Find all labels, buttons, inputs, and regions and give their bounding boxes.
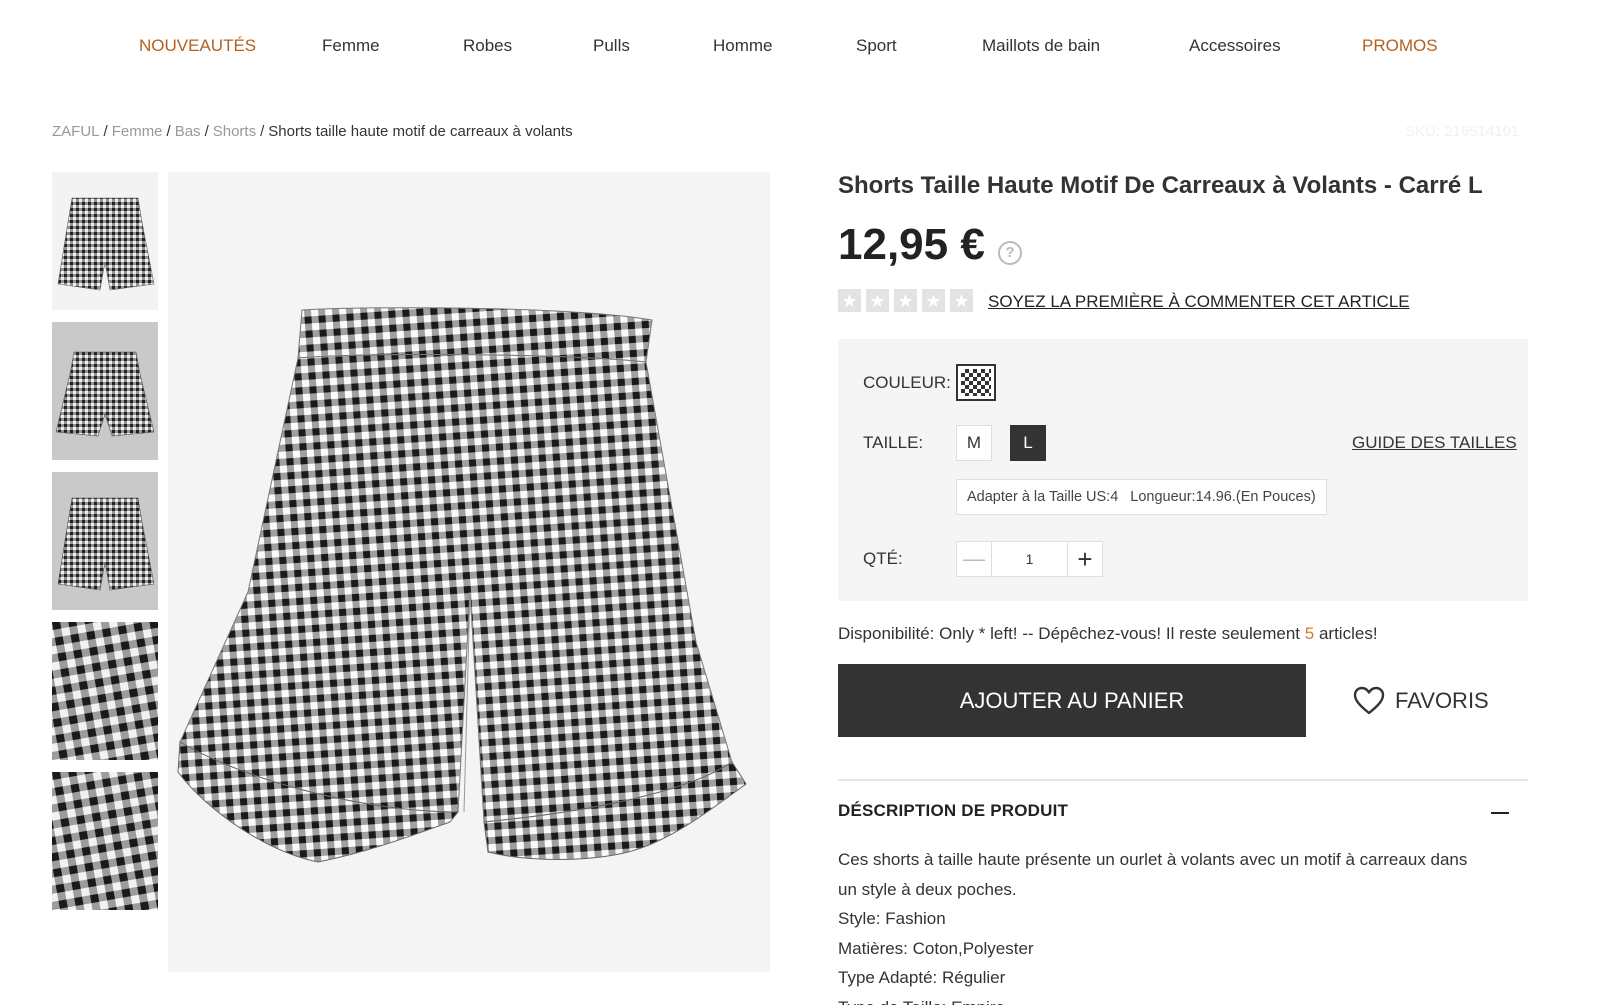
rating-stars: ★ ★ ★ ★ ★ bbox=[838, 289, 973, 312]
thumbnail-3[interactable] bbox=[52, 472, 158, 610]
description-body: Ces shorts à taille haute présente un ou… bbox=[838, 845, 1518, 1005]
description-line: Ces shorts à taille haute présente un ou… bbox=[838, 850, 1468, 869]
description-heading[interactable]: DÉSCRIPTION DE PRODUIT bbox=[838, 801, 1068, 821]
breadcrumb-zaful[interactable]: ZAFUL bbox=[52, 123, 100, 140]
nav-item-femme[interactable]: Femme bbox=[322, 36, 380, 56]
description-line: Type de Taille: Empire bbox=[838, 993, 1518, 1005]
star-icon: ★ bbox=[894, 289, 917, 312]
availability-text: Disponibilité: Only * left! -- Dépêchez-… bbox=[838, 624, 1378, 644]
fit-note-length: Longueur:14.96.(En Pouces) bbox=[1130, 489, 1316, 505]
quantity-decrease-button[interactable]: — bbox=[956, 541, 992, 577]
description-line: Matières: Coton,Polyester bbox=[838, 938, 1034, 958]
fit-note-size: Adapter à la Taille US:4 bbox=[967, 489, 1119, 505]
breadcrumb-femme[interactable]: Femme bbox=[112, 123, 163, 140]
nav-item-accessoires[interactable]: Accessoires bbox=[1189, 36, 1281, 56]
thumbnail-2[interactable] bbox=[52, 322, 158, 460]
nav-item-sport[interactable]: Sport bbox=[856, 36, 897, 56]
quantity-increase-button[interactable]: + bbox=[1067, 541, 1103, 577]
star-icon: ★ bbox=[838, 289, 861, 312]
star-icon: ★ bbox=[866, 289, 889, 312]
availability-suffix: articles! bbox=[1318, 624, 1378, 643]
size-option-m[interactable]: M bbox=[956, 425, 992, 461]
size-option-l[interactable]: L bbox=[1010, 425, 1046, 461]
favorites-button[interactable]: FAVORIS bbox=[1353, 685, 1489, 717]
product-options-panel: COULEUR: TAILLE: M L GUIDE DES TAILLES A… bbox=[838, 339, 1528, 601]
availability-count: 5 bbox=[1304, 624, 1315, 643]
top-navigation: NOUVEAUTÉS Femme Robes Pulls Homme Sport… bbox=[0, 36, 1600, 64]
nav-item-robes[interactable]: Robes bbox=[463, 36, 512, 56]
availability-prefix: Disponibilité: Only * left! -- Dépêchez-… bbox=[838, 624, 1301, 643]
collapse-icon[interactable] bbox=[1491, 812, 1509, 814]
breadcrumb: ZAFUL / Femme / Bas / Shorts / Shorts taille hau… bbox=[52, 123, 573, 140]
size-guide-link[interactable]: GUIDE DES TAILLES bbox=[1352, 433, 1517, 453]
sku-label: SKU: 216514101 bbox=[1405, 123, 1520, 140]
breadcrumb-shorts[interactable]: Shorts bbox=[213, 123, 256, 140]
main-product-image[interactable] bbox=[168, 172, 770, 972]
shorts-front-thumbnail-icon bbox=[57, 197, 155, 291]
star-icon: ★ bbox=[950, 289, 973, 312]
section-divider bbox=[838, 779, 1528, 781]
color-label: COULEUR: bbox=[863, 373, 951, 392]
size-label: TAILLE: bbox=[863, 433, 924, 452]
nav-item-homme[interactable]: Homme bbox=[713, 36, 773, 56]
star-icon: ★ bbox=[922, 289, 945, 312]
thumbnail-4[interactable] bbox=[52, 622, 158, 760]
gingham-shorts-main-image-icon bbox=[177, 307, 747, 863]
product-price: 12,95 € bbox=[838, 220, 985, 269]
thumbnail-5[interactable] bbox=[52, 772, 158, 910]
description-line: Type Adapté: Régulier bbox=[838, 968, 1006, 987]
quantity-label: QTÉ: bbox=[863, 549, 903, 568]
nav-item-pulls[interactable]: Pulls bbox=[593, 36, 630, 56]
quantity-input[interactable]: 1 bbox=[991, 541, 1068, 577]
nav-item-maillots[interactable]: Maillots de bain bbox=[982, 36, 1100, 56]
shorts-flat-thumbnail-icon bbox=[57, 497, 155, 591]
size-fit-note: Adapter à la Taille US:4 Longueur:14.96.(… bbox=[956, 479, 1327, 515]
description-line: Style: Fashion bbox=[838, 909, 946, 928]
description-line: un style à deux poches. bbox=[838, 879, 1017, 899]
heart-icon bbox=[1353, 686, 1385, 715]
ruffle-hem-detail-thumbnail-icon bbox=[52, 772, 158, 910]
write-review-link[interactable]: SOYEZ LA PREMIÈRE À COMMENTER CET ARTICL… bbox=[988, 292, 1410, 312]
nav-item-promos[interactable]: PROMOS bbox=[1362, 36, 1438, 56]
shorts-back-thumbnail-icon bbox=[55, 351, 155, 437]
price-help-icon[interactable]: ? bbox=[998, 241, 1022, 265]
product-title: Shorts Taille Haute Motif De Carreaux à … bbox=[838, 172, 1483, 199]
breadcrumb-current: Shorts taille haute motif de carreaux à … bbox=[268, 123, 573, 140]
breadcrumb-bas[interactable]: Bas bbox=[175, 123, 201, 140]
add-to-cart-button[interactable]: AJOUTER AU PANIER bbox=[838, 664, 1306, 737]
waistband-detail-thumbnail-icon bbox=[52, 622, 158, 760]
favorites-label: FAVORIS bbox=[1395, 688, 1489, 713]
color-swatch-gingham[interactable] bbox=[956, 364, 996, 401]
thumbnail-1[interactable] bbox=[52, 172, 158, 310]
nav-item-nouveautes[interactable]: NOUVEAUTÉS bbox=[139, 36, 256, 56]
gingham-checkered-swatch-icon bbox=[961, 369, 991, 396]
